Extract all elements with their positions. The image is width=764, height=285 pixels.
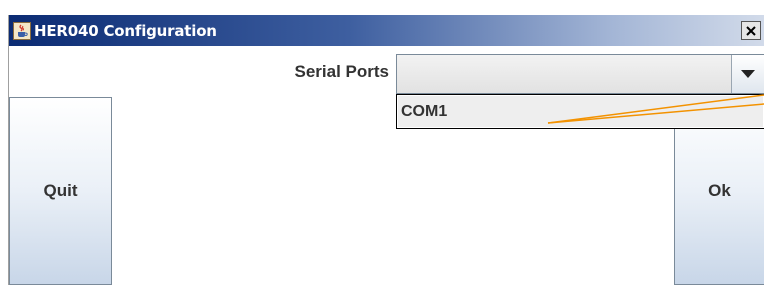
chevron-down-icon [741, 70, 755, 78]
close-icon [746, 25, 756, 36]
serial-ports-options-list: COM1 [396, 94, 764, 129]
configuration-window: HER040 Configuration Serial Ports COM1 Q… [8, 15, 764, 285]
close-button[interactable] [741, 21, 761, 40]
quit-button[interactable]: Quit [9, 97, 112, 285]
serial-ports-label: Serial Ports [294, 62, 390, 81]
window-title: HER040 Configuration [34, 21, 217, 40]
dropdown-arrow-button[interactable] [731, 55, 764, 93]
option-com1-label: COM1 [401, 103, 448, 120]
option-com1[interactable]: COM1 [398, 96, 763, 127]
dialog-content: Serial Ports COM1 Quit Ok [9, 46, 764, 285]
serial-ports-dropdown[interactable] [396, 54, 764, 94]
title-bar[interactable]: HER040 Configuration [9, 15, 764, 46]
java-cup-icon [13, 21, 31, 40]
